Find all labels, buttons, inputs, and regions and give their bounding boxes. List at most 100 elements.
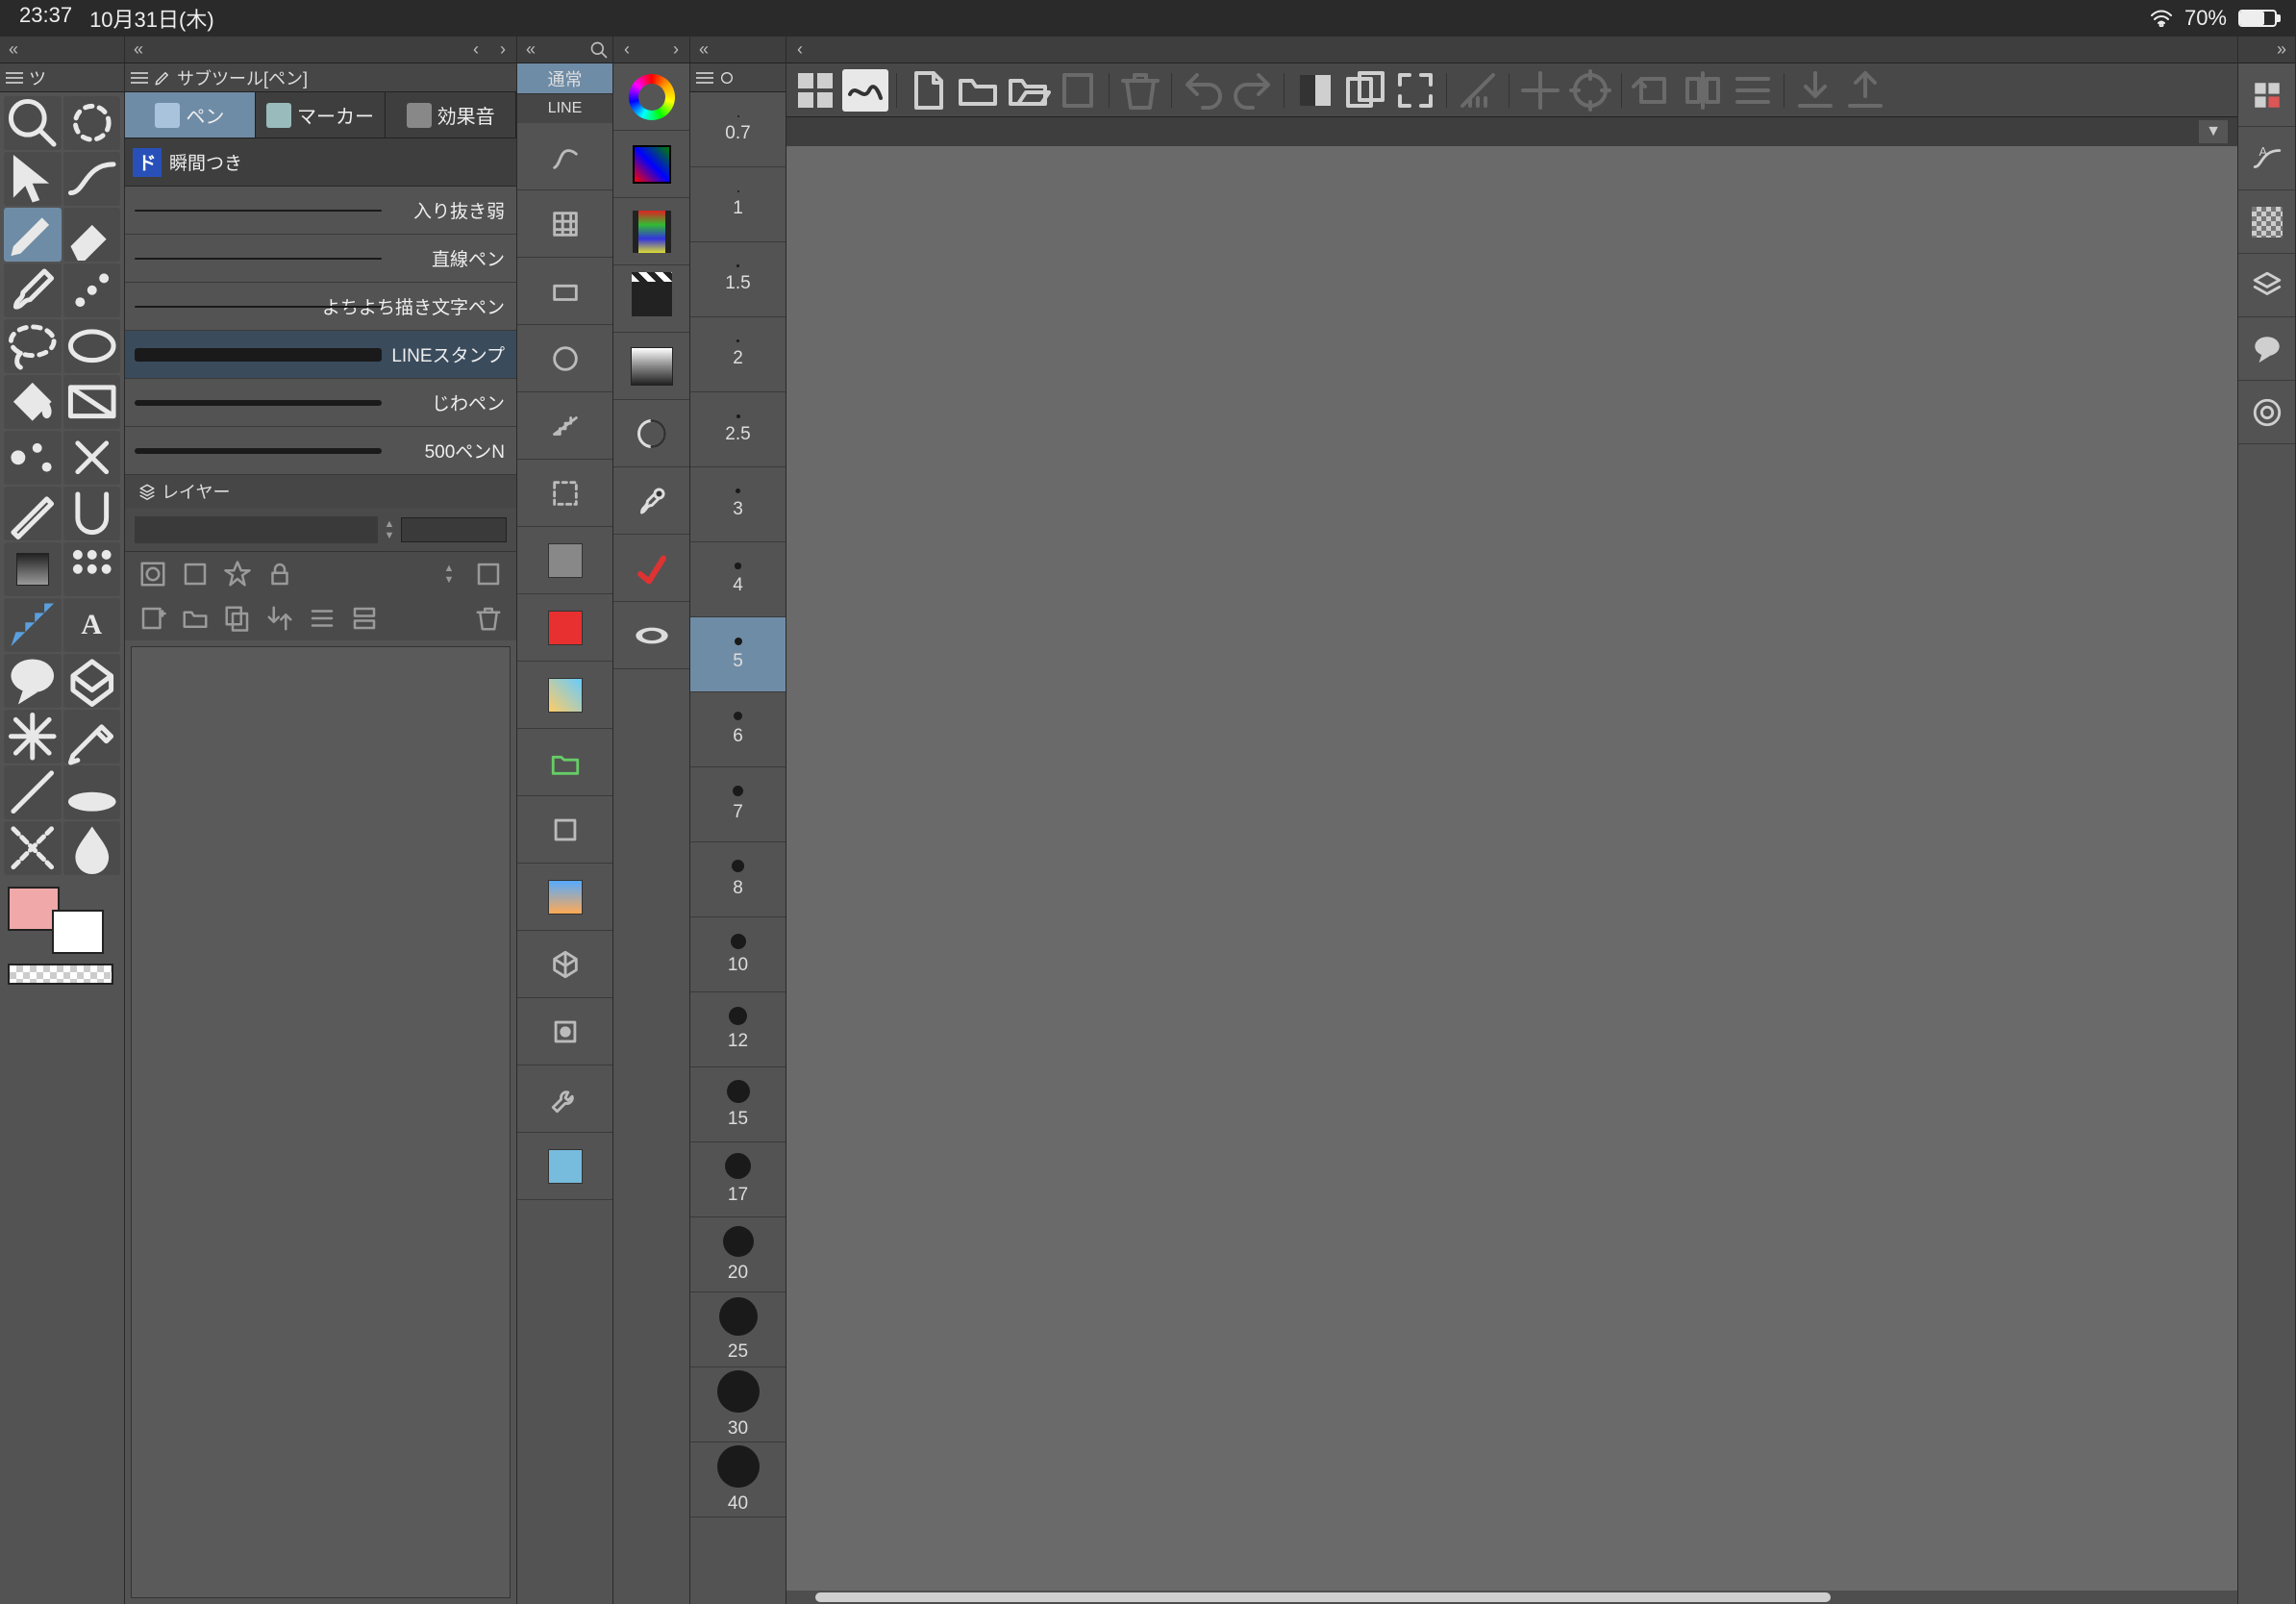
brushsize-item[interactable]: 0.7 bbox=[690, 92, 786, 167]
brushsize-item[interactable]: 12 bbox=[690, 992, 786, 1067]
background-color-swatch[interactable] bbox=[52, 910, 104, 954]
tp-selection[interactable] bbox=[517, 460, 612, 527]
panel-collapse-icon[interactable]: « bbox=[517, 37, 544, 63]
material-palette-icon[interactable] bbox=[2238, 190, 2295, 254]
panel-menu-icon[interactable] bbox=[131, 72, 148, 84]
tp-wrench[interactable] bbox=[517, 1065, 612, 1133]
sublayer-tool[interactable] bbox=[63, 152, 121, 206]
brushsize-item[interactable]: 17 bbox=[690, 1142, 786, 1217]
pen-item[interactable]: よちよち描き文字ペン bbox=[125, 283, 516, 331]
dotpen-tool[interactable] bbox=[4, 487, 62, 540]
toolprop-mode[interactable]: 通常 bbox=[517, 63, 612, 94]
tp-border[interactable] bbox=[517, 258, 612, 325]
airbrush-tool[interactable] bbox=[63, 263, 121, 317]
fullscreen-button[interactable] bbox=[1392, 69, 1438, 112]
text-tool[interactable]: A bbox=[63, 598, 121, 652]
animation-palette[interactable] bbox=[613, 265, 689, 333]
layer-list[interactable] bbox=[131, 646, 511, 1598]
balloon-tool[interactable] bbox=[4, 654, 62, 708]
canvas[interactable] bbox=[786, 146, 2237, 1604]
grid-view-button[interactable] bbox=[792, 69, 838, 112]
combine-layer-icon[interactable] bbox=[350, 604, 379, 633]
layer-mask-icon[interactable] bbox=[138, 560, 167, 589]
transparent-color-swatch[interactable] bbox=[8, 964, 113, 985]
timeline-palette-icon[interactable] bbox=[2238, 317, 2295, 381]
brushsize-item[interactable]: 1 bbox=[690, 167, 786, 242]
autorec-palette-icon[interactable] bbox=[2238, 381, 2295, 444]
transfer-layer-icon[interactable] bbox=[265, 604, 294, 633]
tp-import[interactable] bbox=[517, 729, 612, 796]
opacity-stepper[interactable]: ▲▼ bbox=[378, 518, 401, 541]
scribble-view-button[interactable] bbox=[842, 69, 888, 112]
subtool-tab-pen[interactable]: ペン bbox=[125, 92, 256, 138]
gradient-tool[interactable] bbox=[63, 375, 121, 429]
share-button[interactable] bbox=[1842, 69, 1888, 112]
brushsize-item[interactable]: 6 bbox=[690, 692, 786, 767]
duplicate-layer-icon[interactable] bbox=[223, 604, 252, 633]
operation-tool[interactable] bbox=[4, 152, 62, 206]
brushsize-item[interactable]: 4 bbox=[690, 542, 786, 617]
tp-3d[interactable] bbox=[517, 931, 612, 998]
save-file-button[interactable] bbox=[1005, 69, 1051, 112]
redo-button[interactable] bbox=[1230, 69, 1276, 112]
pen-item[interactable]: 直線ペン bbox=[125, 235, 516, 283]
undo-button[interactable] bbox=[1180, 69, 1226, 112]
brushsize-item[interactable]: 3 bbox=[690, 467, 786, 542]
tp-material-1[interactable] bbox=[517, 662, 612, 729]
frame-tool[interactable] bbox=[63, 654, 121, 708]
quickaccess-palette-icon[interactable]: A bbox=[2238, 127, 2295, 190]
brushsize-item[interactable]: 10 bbox=[690, 917, 786, 992]
pen-item[interactable]: 500ペンN bbox=[125, 427, 516, 475]
panel-next-icon[interactable]: › bbox=[489, 37, 516, 63]
layer-order-stepper[interactable]: ▲▼ bbox=[437, 563, 461, 586]
pen-item[interactable]: LINEスタンプ bbox=[125, 331, 516, 379]
layer-lock-icon[interactable] bbox=[265, 560, 294, 589]
brushsize-item[interactable]: 40 bbox=[690, 1442, 786, 1517]
brushsize-item[interactable]: 25 bbox=[690, 1292, 786, 1367]
layer-clip-icon[interactable] bbox=[181, 560, 210, 589]
canvas-multi-button[interactable] bbox=[1342, 69, 1388, 112]
layer-color-icon[interactable] bbox=[474, 560, 503, 589]
new-layer-icon[interactable] bbox=[138, 604, 167, 633]
tp-material-2[interactable] bbox=[517, 864, 612, 931]
tp-spray[interactable] bbox=[517, 325, 612, 392]
tp-anti-alias[interactable] bbox=[517, 392, 612, 460]
pen-item[interactable]: 入り抜き弱 bbox=[125, 187, 516, 235]
align-button[interactable] bbox=[1730, 69, 1776, 112]
layer-palette-icon[interactable] bbox=[2238, 254, 2295, 317]
eyedropper-tool[interactable] bbox=[63, 710, 121, 764]
brushsize-item[interactable]: 2.5 bbox=[690, 392, 786, 467]
panel-prev-icon[interactable]: ‹ bbox=[462, 37, 489, 63]
panel-search-icon[interactable] bbox=[586, 37, 612, 63]
tone-tool[interactable] bbox=[63, 542, 121, 596]
rotate-left-button[interactable] bbox=[1630, 69, 1676, 112]
delete-button[interactable] bbox=[1117, 69, 1163, 112]
delete-layer-icon[interactable] bbox=[474, 604, 503, 633]
blend-mode-select[interactable] bbox=[135, 516, 378, 543]
move-tool[interactable] bbox=[63, 96, 121, 150]
open-file-button[interactable] bbox=[955, 69, 1001, 112]
tp-register[interactable] bbox=[517, 998, 612, 1065]
layer-reference-icon[interactable] bbox=[223, 560, 252, 589]
tp-color[interactable] bbox=[517, 594, 612, 662]
color-wheel-palette[interactable] bbox=[613, 63, 689, 131]
tool-property-palette[interactable] bbox=[613, 467, 689, 535]
tp-material-3[interactable] bbox=[517, 1133, 612, 1200]
subtool-special-row[interactable]: ド 瞬間つき bbox=[125, 138, 516, 187]
brush-check-palette[interactable] bbox=[613, 535, 689, 602]
liquify-tool[interactable] bbox=[63, 487, 121, 540]
perspective-tool[interactable] bbox=[4, 710, 62, 764]
panel-prev-icon[interactable]: ‹ bbox=[786, 37, 813, 63]
panel-menu-icon[interactable] bbox=[6, 72, 23, 84]
brushsize-item[interactable]: 30 bbox=[690, 1367, 786, 1442]
pen-item[interactable]: じわペン bbox=[125, 379, 516, 427]
panel-collapse-right-icon[interactable]: » bbox=[2268, 37, 2295, 63]
pen-tool[interactable] bbox=[4, 208, 62, 262]
canvas-single-button[interactable] bbox=[1292, 69, 1338, 112]
intermediate-palette[interactable] bbox=[613, 333, 689, 400]
merge-layer-icon[interactable] bbox=[308, 604, 337, 633]
brush-tool[interactable] bbox=[4, 263, 62, 317]
crosshair-button[interactable] bbox=[1517, 69, 1563, 112]
tp-folder[interactable] bbox=[517, 527, 612, 594]
fill-tool[interactable] bbox=[4, 375, 62, 429]
